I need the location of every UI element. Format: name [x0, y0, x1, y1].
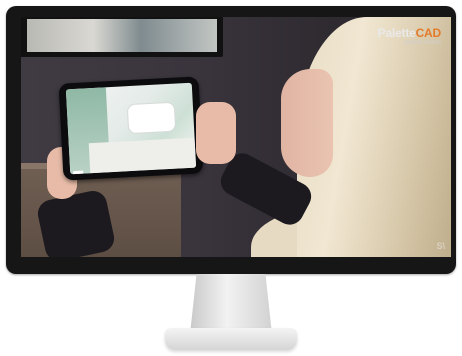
monitor-stand-base: [165, 328, 297, 350]
corner-watermark: S\: [436, 241, 445, 251]
brand-name-primary: Palette: [377, 26, 416, 40]
brand-logo-wordmark: PaletteCAD: [377, 26, 442, 40]
face: [281, 69, 333, 177]
tablet-ui-indicator: [73, 170, 84, 175]
room-render-bathtub: [126, 101, 177, 135]
tablet-device: [58, 76, 204, 181]
brand-logo: PaletteCAD perfect rooms: [377, 26, 442, 46]
brand-tagline: perfect rooms: [404, 40, 441, 46]
right-hand: [196, 102, 236, 164]
brand-name-accent: CAD: [415, 26, 442, 40]
video-screen[interactable]: PaletteCAD perfect rooms S\: [21, 17, 451, 257]
wall-tv: [21, 17, 223, 57]
monitor-mockup: PaletteCAD perfect rooms S\: [0, 0, 462, 356]
room-render-floor: [88, 137, 197, 174]
wall-tv-screen: [27, 19, 217, 52]
tablet-screen: [65, 82, 197, 175]
monitor-stand-neck: [190, 274, 272, 334]
